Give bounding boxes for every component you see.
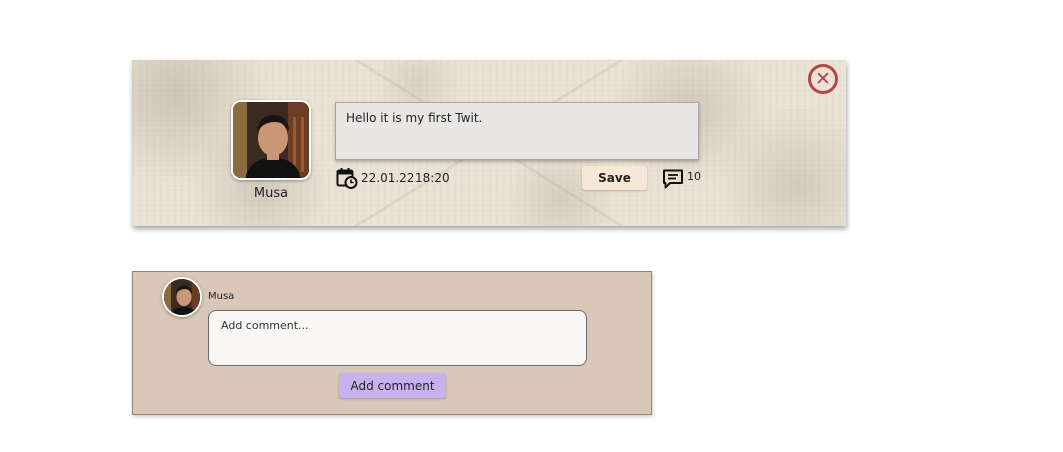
avatar (162, 277, 202, 317)
calendar-clock-icon (336, 168, 358, 189)
user-photo-icon (164, 279, 200, 315)
comment-count: 10 (687, 170, 701, 183)
tweet-time: 18:20 (415, 171, 450, 185)
user-photo-icon (233, 102, 309, 178)
comment-icon[interactable] (662, 168, 684, 190)
tweet-date: 22.01.22 (361, 171, 415, 185)
username: Musa (253, 186, 289, 201)
comment-card: Musa Add comment (132, 271, 652, 415)
avatar (231, 100, 311, 180)
comment-username: Musa (208, 291, 235, 302)
close-button[interactable]: ✕ (808, 64, 838, 94)
save-button[interactable]: Save (582, 166, 647, 190)
comment-input[interactable] (208, 310, 587, 366)
add-comment-button[interactable]: Add comment (339, 373, 446, 398)
close-icon: ✕ (815, 67, 831, 90)
tweet-text[interactable]: Hello it is my first Twit. (335, 102, 699, 160)
tweet-card: ✕ Musa Hello it is my first Twit. 22.01.… (132, 60, 846, 226)
